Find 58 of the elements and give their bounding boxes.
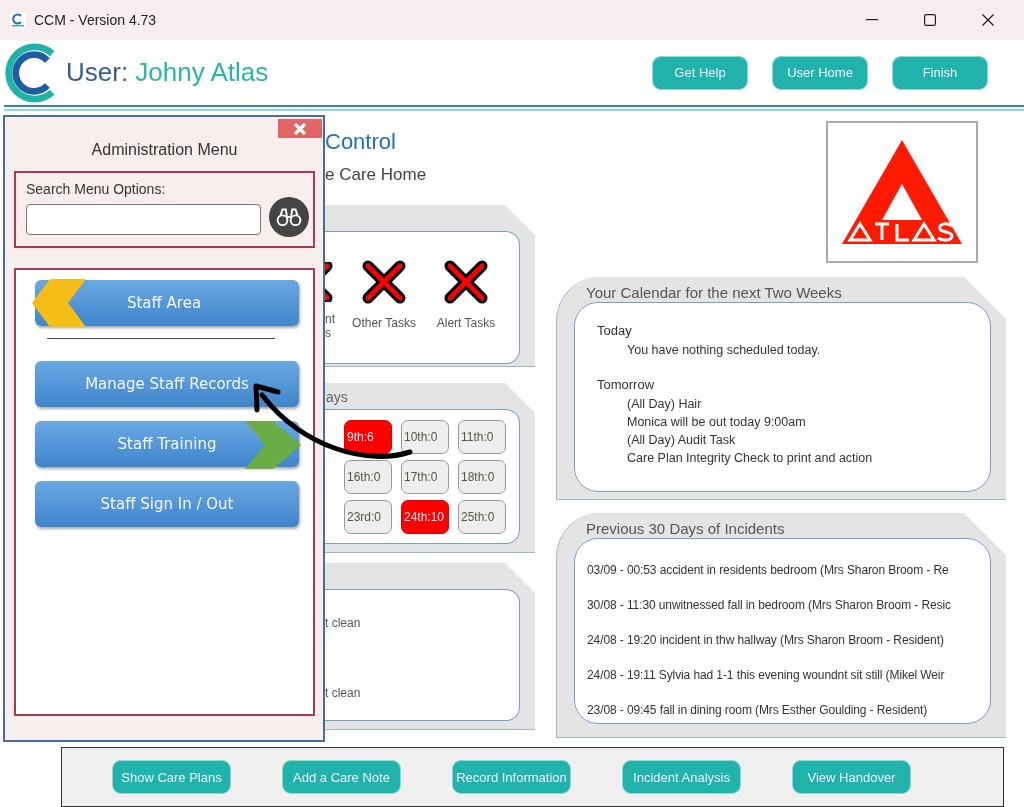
incident-entry: 03/09 - 00:53 accident in residents bedroom (Mrs Sharon Broom - Re (587, 563, 950, 579)
calendar-entry: Care Plan Integrity Check to print and action (627, 451, 874, 467)
task-label: s (325, 326, 332, 340)
calendar-entry: (All Day) Audit Task (627, 433, 737, 449)
binoculars-button[interactable] (269, 197, 309, 237)
day-button[interactable]: 9th:6 (344, 420, 392, 454)
day-button[interactable]: 24th:10 (401, 500, 449, 534)
day-button[interactable]: 23rd:0 (344, 500, 392, 534)
day-button[interactable]: 11th:0 (458, 420, 506, 454)
page-subtitle: e Care Home (325, 165, 428, 186)
minimize-icon[interactable] (866, 19, 878, 21)
incident-entry: 23/08 - 09:45 fall in dining room (Mrs Esther Goulding - Resident) (587, 703, 929, 719)
incident-entry: 30/08 - 11:30 unwitnessed fall in bedroom (Mrs Sharon Broom - Resic (587, 598, 952, 614)
menu-button[interactable]: Manage Staff Records (35, 361, 299, 407)
maximize-icon[interactable] (924, 14, 936, 26)
app-logo-icon (10, 12, 26, 28)
footer-button[interactable]: View Handover (792, 760, 911, 794)
panel-title: Your Calendar for the next Two Weeks (586, 284, 843, 302)
binoculars-icon (276, 206, 303, 228)
note-text: t clean (325, 686, 362, 702)
user-heading: User: Johny Atlas (66, 57, 269, 88)
search-field[interactable] (26, 203, 262, 235)
note-text: t clean (325, 616, 362, 632)
day-button[interactable]: 10th:0 (401, 420, 449, 454)
calendar-entry: Monica will be out today 9:00am (627, 415, 807, 431)
task-label: Other Tasks (352, 316, 416, 330)
header-button[interactable]: Finish (892, 55, 988, 90)
header-button[interactable]: User Home (772, 55, 868, 90)
menu-button[interactable]: Staff Sign In / Out (35, 481, 299, 527)
close-icon[interactable] (982, 14, 994, 26)
incident-entry: 24/08 - 19:11 Sylvia had 1-1 this evening woundnt sit still (Mikel Weir (587, 668, 946, 684)
close-icon (293, 121, 307, 136)
page-title: Control (325, 129, 397, 156)
calendar-day: Today (597, 323, 980, 343)
task-label: Alert Tasks (436, 316, 496, 330)
footer-button[interactable]: Add a Care Note (282, 760, 401, 794)
triangle-logo-icon (842, 140, 962, 244)
footer-button[interactable]: Record Information (452, 760, 571, 794)
search-label: Search Menu Options: (26, 181, 167, 197)
close-button[interactable] (278, 119, 322, 138)
header-button[interactable]: Get Help (652, 55, 748, 90)
calendar-entry: (All Day) Hair (627, 397, 703, 413)
menu-title: Administration Menu (91, 141, 238, 160)
footer-button[interactable]: Show Care Plans (112, 760, 231, 794)
day-button[interactable]: 16th:0 (344, 460, 392, 494)
calendar-day: Tomorrow (597, 377, 980, 397)
panel-title: ays (326, 389, 349, 407)
calendar-entry: You have nothing scheduled today. (627, 343, 822, 359)
incident-entry: 24/08 - 19:20 incident in thw hallway (Mrs Sharon Broom - Resident) (587, 633, 945, 649)
day-button[interactable]: 25th:0 (458, 500, 506, 534)
back-chevron-icon (32, 279, 86, 327)
task-label: nt (325, 312, 335, 326)
window-title: CCM - Version 4.73 (34, 12, 157, 28)
forward-chevron-icon (245, 421, 301, 469)
day-button[interactable]: 18th:0 (458, 460, 506, 494)
day-button[interactable]: 17th:0 (401, 460, 449, 494)
footer-button[interactable]: Incident Analysis (622, 760, 741, 794)
panel-title: Previous 30 Days of Incidents (586, 520, 786, 538)
